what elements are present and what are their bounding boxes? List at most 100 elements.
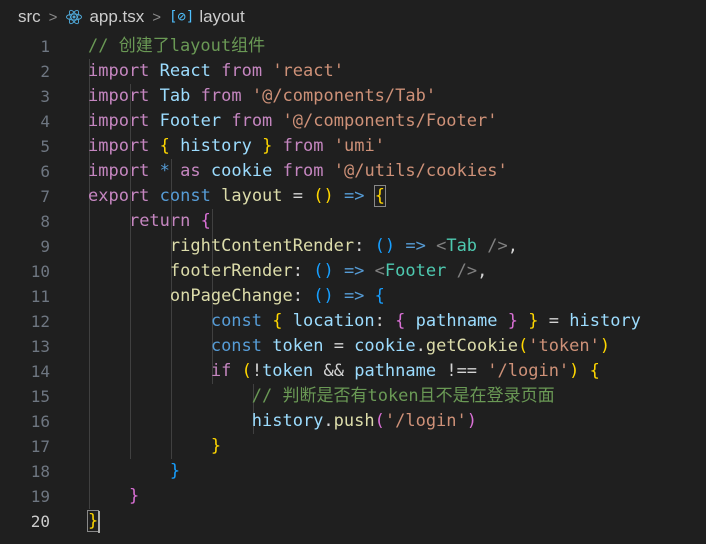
- code-token: }: [507, 311, 519, 331]
- breadcrumb-folder[interactable]: src: [18, 7, 41, 27]
- code-token: ): [466, 411, 478, 431]
- line-number: 16: [30, 412, 50, 431]
- code-text: // 创建了layout组件: [88, 34, 265, 59]
- line-number: 12: [30, 312, 50, 331]
- code-line[interactable]: 2 import React from 'react': [0, 59, 706, 84]
- chevron-right-icon: >: [48, 8, 58, 26]
- code-line[interactable]: 15 // 判断是否有token且不是在登录页面: [0, 384, 706, 409]
- code-line[interactable]: 8 return {: [0, 209, 706, 234]
- code-token: {: [395, 311, 406, 331]
- code-line[interactable]: 14 if (!token && pathname !== '/login') …: [0, 359, 706, 384]
- code-token: // 判断是否有token且不是在登录页面: [251, 386, 555, 406]
- code-token: {: [373, 185, 386, 207]
- code-text: import * as cookie from '@/utils/cookies…: [88, 159, 508, 184]
- code-token: rightContentRender: [169, 236, 355, 256]
- code-token: from: [221, 61, 263, 81]
- code-line[interactable]: 13 const token = cookie.getCookie('token…: [0, 334, 706, 359]
- code-line[interactable]: 11 onPageChange: () => {: [0, 284, 706, 309]
- code-line[interactable]: 18 }: [0, 459, 706, 484]
- code-text: }: [88, 434, 221, 459]
- code-line[interactable]: 9 rightContentRender: () => <Tab />,: [0, 234, 706, 259]
- code-token: import: [88, 136, 150, 156]
- code-line[interactable]: 5 import { history } from 'umi': [0, 134, 706, 159]
- line-number: 13: [30, 337, 50, 356]
- line-number: 11: [30, 287, 50, 306]
- code-line[interactable]: 7 export const layout = () => {: [0, 184, 706, 209]
- code-token: {: [272, 311, 283, 331]
- code-text: }: [88, 459, 180, 484]
- code-token: Footer: [159, 111, 222, 131]
- code-token: 'umi': [333, 136, 385, 156]
- line-number: 8: [40, 212, 50, 231]
- code-token: from: [231, 111, 273, 131]
- code-line[interactable]: 6 import * as cookie from '@/utils/cookie…: [0, 159, 706, 184]
- code-line[interactable]: 1 // 创建了layout组件: [0, 34, 706, 59]
- code-line[interactable]: 3 import Tab from '@/components/Tab': [0, 84, 706, 109]
- code-line[interactable]: 17 }: [0, 434, 706, 459]
- code-token: *: [159, 161, 170, 181]
- code-token: =: [538, 311, 570, 331]
- code-token: {: [589, 361, 600, 381]
- code-token: getCookie: [425, 336, 518, 356]
- code-token: footerRender: [169, 261, 293, 281]
- code-token: onPageChange: [169, 286, 293, 306]
- code-token: }: [169, 461, 181, 481]
- line-number: 2: [40, 62, 50, 81]
- line-number: 5: [40, 137, 50, 156]
- code-token: '@/utils/cookies': [333, 161, 508, 181]
- code-token: const: [159, 186, 211, 206]
- code-token: as: [180, 161, 201, 181]
- code-text: rightContentRender: () => <Tab />,: [88, 234, 518, 259]
- chevron-right-icon: >: [152, 8, 162, 26]
- code-line[interactable]: 16 history.push('/login'): [0, 409, 706, 434]
- code-token: :: [292, 261, 314, 281]
- breadcrumb-file[interactable]: app.tsx: [89, 7, 144, 27]
- breadcrumb-symbol[interactable]: layout: [199, 7, 244, 27]
- line-number: 10: [30, 262, 50, 281]
- code-token: token: [262, 361, 314, 381]
- code-token: // 创建了layout组件: [88, 36, 266, 56]
- code-token: 'token': [528, 336, 600, 356]
- code-token: import: [88, 61, 150, 81]
- code-token: (: [241, 361, 252, 381]
- code-text: history.push('/login'): [88, 409, 477, 434]
- code-line[interactable]: 4 import Footer from '@/components/Footer…: [0, 109, 706, 134]
- code-text: import Footer from '@/components/Footer': [88, 109, 497, 134]
- code-token: :: [292, 286, 314, 306]
- code-token: (): [374, 236, 396, 256]
- line-number: 15: [30, 387, 50, 406]
- code-text: }: [88, 484, 139, 509]
- code-line[interactable]: 10 footerRender: () => <Footer />,: [0, 259, 706, 284]
- code-line[interactable]: 20}: [0, 509, 706, 534]
- code-token: (): [313, 261, 334, 281]
- code-line[interactable]: 19 }: [0, 484, 706, 509]
- code-token: return: [128, 211, 191, 231]
- code-line[interactable]: 12 const { location: { pathname } } = hi…: [0, 309, 706, 334]
- code-token: =>: [343, 286, 365, 306]
- code-token: }: [528, 311, 539, 331]
- code-token: if: [210, 361, 232, 381]
